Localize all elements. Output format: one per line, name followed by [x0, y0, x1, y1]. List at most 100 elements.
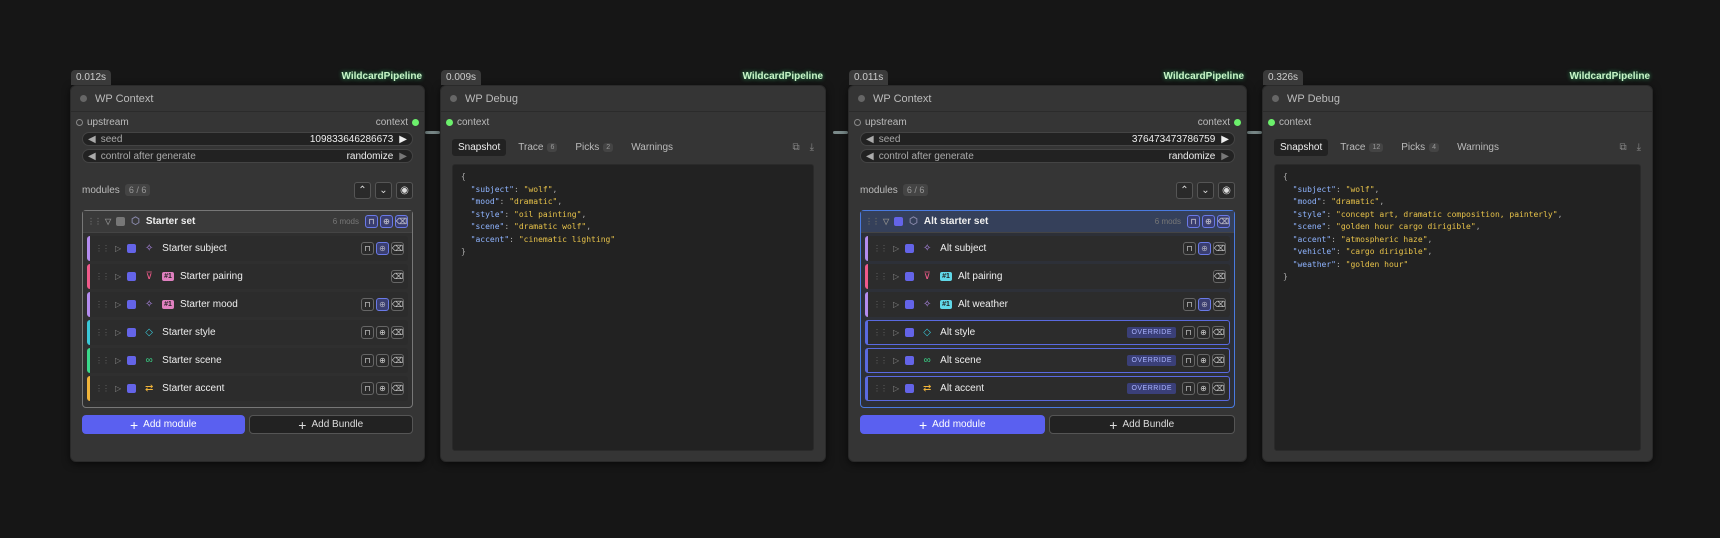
drag-handle-icon[interactable]: ⋮⋮: [873, 384, 888, 393]
drag-handle-icon[interactable]: ⋮⋮: [95, 328, 110, 337]
increment-arrow-icon[interactable]: ▶: [399, 151, 407, 162]
drag-handle-icon[interactable]: ⋮⋮: [865, 217, 880, 226]
module-color-swatch[interactable]: [127, 300, 137, 309]
decrement-arrow-icon[interactable]: ◀: [866, 151, 874, 162]
globe-icon[interactable]: ⊕: [376, 382, 389, 395]
tab-trace[interactable]: Trace 12: [1334, 139, 1389, 156]
add-bundle-button[interactable]: + Add Bundle: [1048, 415, 1235, 434]
drag-handle-icon[interactable]: ⋮⋮: [95, 300, 110, 309]
decrement-arrow-icon[interactable]: ◀: [88, 134, 96, 145]
control-value[interactable]: randomize: [1169, 151, 1216, 162]
tab-snapshot[interactable]: Snapshot: [1274, 138, 1329, 156]
expand-triangle-icon[interactable]: ▷: [893, 244, 899, 253]
expand-triangle-icon[interactable]: ▷: [893, 272, 899, 281]
copy-icon[interactable]: ⧉: [792, 142, 799, 153]
expand-triangle-icon[interactable]: ▷: [115, 300, 121, 309]
collapse-chevron-icon[interactable]: ▽: [105, 217, 111, 226]
group-header[interactable]: ⋮⋮ ▽ ⬡ Alt starter set 6 mods ⊓ ⊕ ⌫: [861, 211, 1234, 233]
module-row[interactable]: ⋮⋮ ▷ ⊽ #1 Alt pairing ⌫: [865, 264, 1230, 289]
expand-triangle-icon[interactable]: ▷: [893, 328, 899, 337]
globe-icon[interactable]: ⊕: [1197, 326, 1210, 339]
add-module-button[interactable]: + Add module: [860, 415, 1045, 434]
increment-arrow-icon[interactable]: ▶: [1221, 151, 1229, 162]
globe-icon[interactable]: ⊕: [380, 215, 393, 228]
drag-handle-icon[interactable]: ⋮⋮: [873, 356, 888, 365]
decrement-arrow-icon[interactable]: ◀: [866, 134, 874, 145]
add-module-button[interactable]: + Add module: [82, 415, 245, 434]
module-row[interactable]: ⋮⋮ ▷ ✧ Alt subject ⊓ ⊕ ⌫: [865, 236, 1230, 261]
expand-down-button[interactable]: ⌄: [1197, 181, 1214, 199]
node-header[interactable]: WP Debug: [1263, 86, 1652, 112]
drag-handle-icon[interactable]: ⋮⋮: [87, 217, 102, 226]
expand-triangle-icon[interactable]: ▷: [115, 244, 121, 253]
tab-picks[interactable]: Picks 4: [1395, 139, 1445, 156]
globe-icon[interactable]: ⊕: [376, 354, 389, 367]
globe-icon[interactable]: ⊕: [1198, 298, 1211, 311]
module-color-swatch[interactable]: [905, 272, 915, 281]
visibility-eye-button[interactable]: ◉: [1218, 181, 1235, 199]
tab-trace[interactable]: Trace 6: [512, 139, 563, 156]
snapshot-json-view[interactable]: { "subject": "wolf", "mood": "dramatic",…: [452, 164, 814, 451]
module-row[interactable]: ⋮⋮ ▷ ✧ Starter subject ⊓ ⊕ ⌫: [87, 236, 408, 261]
module-color-swatch[interactable]: [127, 244, 137, 253]
globe-icon[interactable]: ⊕: [376, 242, 389, 255]
collapse-chevron-icon[interactable]: ▽: [883, 217, 889, 226]
tab-warnings[interactable]: Warnings: [625, 139, 679, 156]
module-row[interactable]: ⋮⋮ ▷ ⇄ Starter accent ⊓ ⊕ ⌫: [87, 376, 408, 401]
globe-icon[interactable]: ⊕: [1197, 382, 1210, 395]
input-pin-icon[interactable]: [1268, 118, 1275, 126]
module-row[interactable]: ⋮⋮ ▷ ⇄ Alt accent OVERRIDE ⊓ ⊕ ⌫: [865, 376, 1230, 401]
collapse-dot-icon[interactable]: [450, 95, 457, 102]
lock-icon[interactable]: ⊓: [361, 382, 374, 395]
output-slot[interactable]: context: [376, 117, 419, 128]
lock-icon[interactable]: ⊓: [361, 242, 374, 255]
module-group[interactable]: ⋮⋮ ▽ ⬡ Alt starter set 6 mods ⊓ ⊕ ⌫ ⋮⋮ ▷ ✧ Alt subj…: [860, 210, 1235, 408]
collapse-up-button[interactable]: ⌃: [354, 181, 371, 199]
group-color-swatch[interactable]: [116, 217, 126, 226]
globe-icon[interactable]: ⊕: [376, 326, 389, 339]
node-context[interactable]: 0.011s WildcardPipeline WP Context upstream…: [848, 70, 1247, 462]
lock-icon[interactable]: ⊓: [361, 354, 374, 367]
module-row[interactable]: ⋮⋮ ▷ ◇ Alt style OVERRIDE ⊓ ⊕ ⌫: [865, 320, 1230, 345]
module-color-swatch[interactable]: [905, 244, 915, 253]
lock-icon[interactable]: ⊓: [1182, 382, 1195, 395]
input-pin-icon[interactable]: [76, 118, 83, 126]
module-color-swatch[interactable]: [127, 328, 137, 337]
trash-icon[interactable]: ⌫: [1213, 270, 1226, 283]
visibility-eye-button[interactable]: ◉: [396, 181, 413, 199]
collapse-dot-icon[interactable]: [1272, 95, 1279, 102]
trash-icon[interactable]: ⌫: [1212, 382, 1225, 395]
node-debug[interactable]: 0.009s WildcardPipeline WP Debug context Sna…: [440, 70, 826, 462]
control-value[interactable]: randomize: [347, 151, 394, 162]
seed-value[interactable]: 109833646286673: [310, 134, 393, 145]
lock-icon[interactable]: ⊓: [1182, 354, 1195, 367]
lock-icon[interactable]: ⊓: [1183, 242, 1196, 255]
tab-warnings[interactable]: Warnings: [1451, 139, 1505, 156]
control-after-generate-widget[interactable]: ◀ control after generate randomize ▶: [860, 149, 1235, 163]
drag-handle-icon[interactable]: ⋮⋮: [873, 300, 888, 309]
expand-triangle-icon[interactable]: ▷: [115, 384, 121, 393]
expand-down-button[interactable]: ⌄: [375, 181, 392, 199]
seed-widget[interactable]: ◀ seed 376473473786759 ▶: [860, 132, 1235, 146]
module-color-swatch[interactable]: [905, 384, 915, 393]
tab-snapshot[interactable]: Snapshot: [452, 138, 507, 156]
trash-icon[interactable]: ⌫: [391, 354, 404, 367]
module-group[interactable]: ⋮⋮ ▽ ⬡ Starter set 6 mods ⊓ ⊕ ⌫ ⋮⋮ ▷ ✧ Starter subj…: [82, 210, 413, 408]
collapse-dot-icon[interactable]: [858, 95, 865, 102]
seed-widget[interactable]: ◀ seed 109833646286673 ▶: [82, 132, 413, 146]
module-color-swatch[interactable]: [127, 356, 137, 365]
module-row[interactable]: ⋮⋮ ▷ ∞ Starter scene ⊓ ⊕ ⌫: [87, 348, 408, 373]
expand-triangle-icon[interactable]: ▷: [893, 300, 899, 309]
output-pin-icon[interactable]: [412, 118, 419, 126]
drag-handle-icon[interactable]: ⋮⋮: [873, 244, 888, 253]
output-pin-icon[interactable]: [1234, 118, 1241, 126]
snapshot-json-view[interactable]: { "subject": "wolf", "mood": "dramatic",…: [1274, 164, 1641, 451]
download-icon[interactable]: ⤓: [810, 142, 814, 153]
node-header[interactable]: WP Context: [71, 86, 424, 112]
trash-icon[interactable]: ⌫: [1212, 354, 1225, 367]
globe-icon[interactable]: ⊕: [376, 298, 389, 311]
trash-icon[interactable]: ⌫: [391, 298, 404, 311]
output-slot[interactable]: context: [1198, 117, 1241, 128]
node-context[interactable]: 0.012s WildcardPipeline WP Context upstream…: [70, 70, 425, 462]
tab-picks[interactable]: Picks 2: [569, 139, 619, 156]
